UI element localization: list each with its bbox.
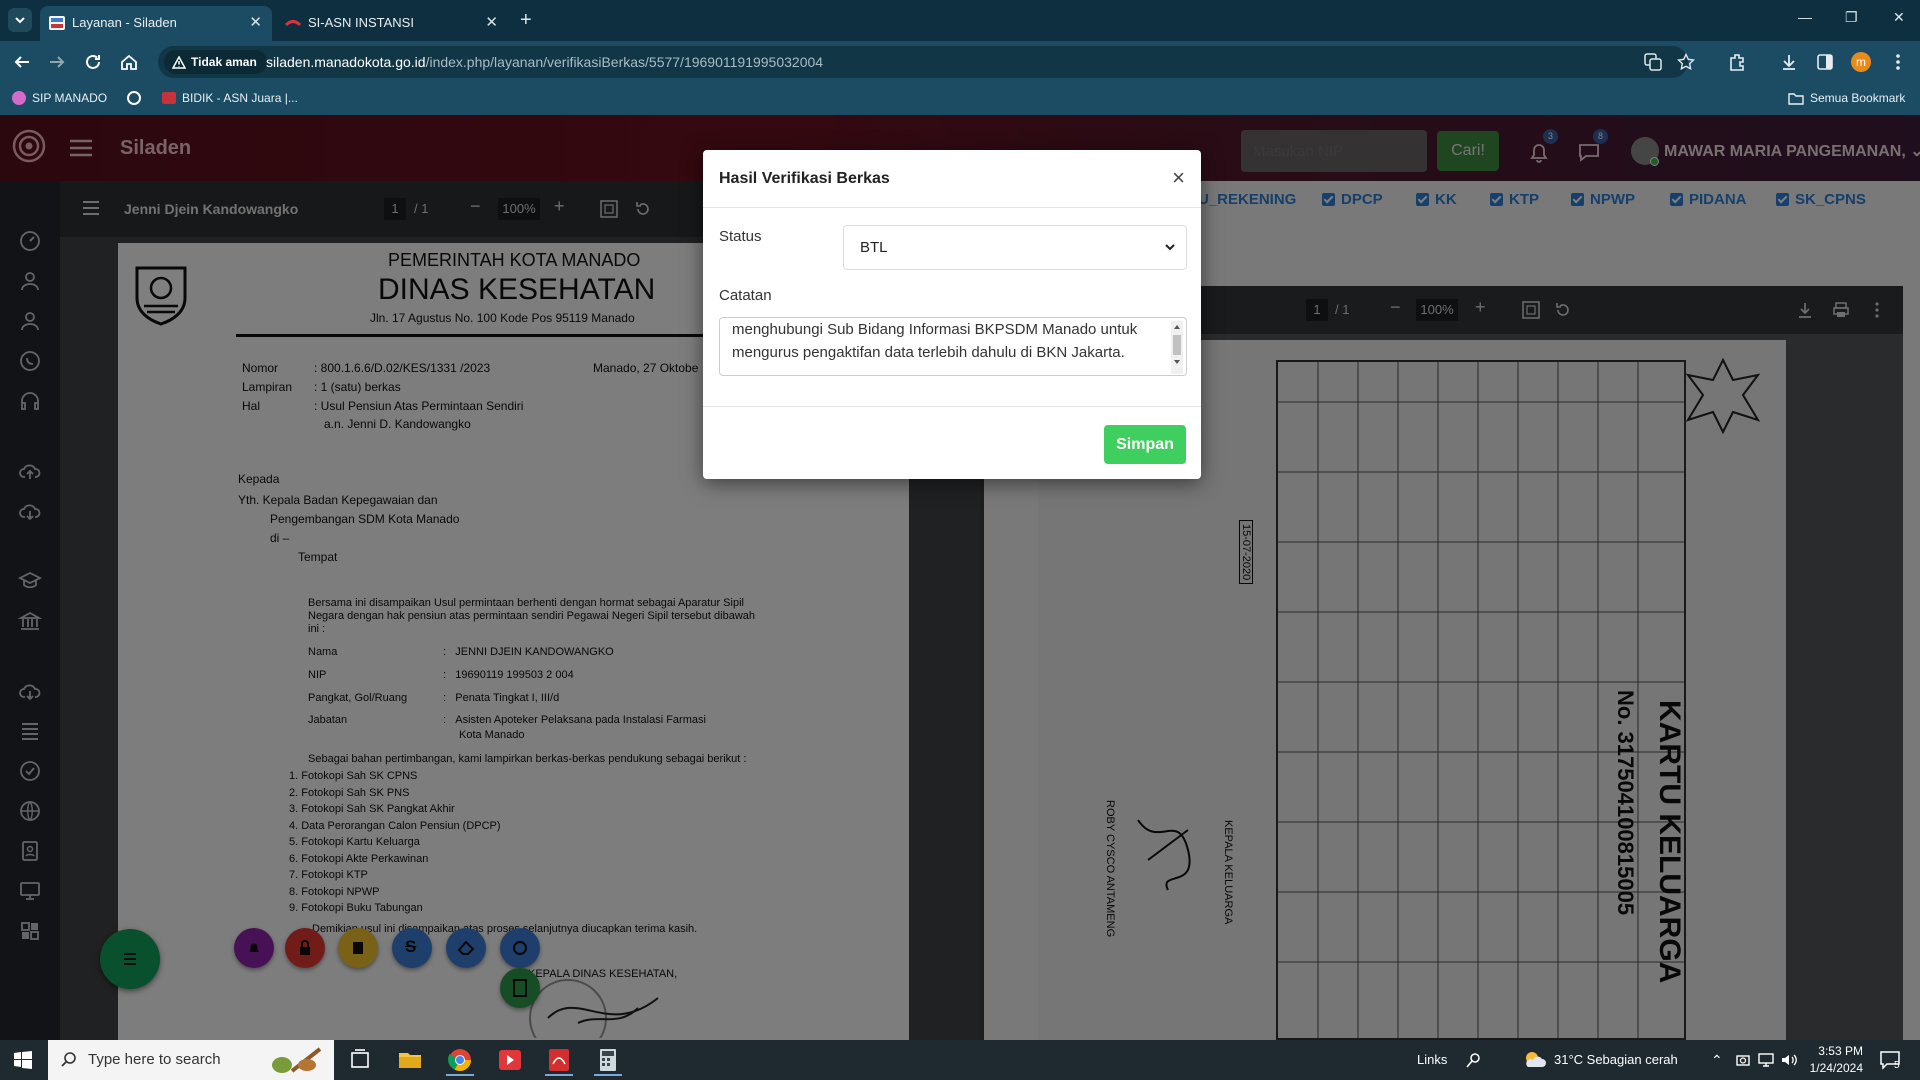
- catatan-textarea[interactable]: . menghubungi Sub Bidang Informasi BKPSD…: [719, 317, 1187, 376]
- address-bar[interactable]: Tidak aman siladen.manadokota.go.id/inde…: [158, 46, 1695, 78]
- all-bookmarks-label: Semua Bookmark: [1810, 91, 1906, 105]
- weather-sun-cloud-icon: [1526, 1052, 1546, 1067]
- profile-avatar[interactable]: m: [1851, 52, 1871, 72]
- volume-icon[interactable]: [1780, 1052, 1798, 1068]
- weather-text[interactable]: 31°C Sebagian cerah: [1554, 1052, 1678, 1067]
- catatan-line-2: mengurus pengaktifan data terlebih dahul…: [732, 344, 1125, 361]
- chevron-down-icon: [15, 17, 25, 24]
- tab-title: SI-ASN INSTANSI: [308, 15, 414, 30]
- bookmark-sip-manado[interactable]: SIP MANADO: [12, 91, 107, 105]
- star-bookmark-icon[interactable]: [1677, 53, 1695, 71]
- url-text[interactable]: siladen.manadokota.go.id/index.php/layan…: [266, 54, 823, 70]
- download-icon[interactable]: [1779, 52, 1799, 72]
- windows-taskbar: Type here to search Links 31°C Sebagian …: [0, 1040, 1920, 1080]
- siladen-favicon-icon: [49, 16, 65, 30]
- tab-si-asn-instansi[interactable]: SI-ASN INSTANSI ✕: [276, 6, 508, 41]
- forward-arrow-icon[interactable]: [46, 51, 68, 73]
- file-explorer-icon[interactable]: [392, 1044, 428, 1076]
- catatan-text: . menghubungi Sub Bidang Informasi BKPSD…: [732, 318, 1162, 364]
- people-search-icon[interactable]: [1465, 1051, 1483, 1069]
- folder-icon: [1788, 92, 1804, 105]
- verification-modal: Hasil Verifikasi Berkas × Status BTL Cat…: [703, 150, 1201, 479]
- security-chip[interactable]: Tidak aman: [164, 50, 267, 74]
- side-panel-icon[interactable]: [1815, 52, 1835, 72]
- notification-center-count: 5: [1894, 1060, 1900, 1071]
- close-icon[interactable]: ×: [1172, 165, 1185, 191]
- globe-icon: [127, 91, 141, 105]
- clock-date: 1/24/2024: [1809, 1061, 1863, 1075]
- chrome-icon[interactable]: [442, 1044, 478, 1076]
- taskbar-clock[interactable]: 3:53 PM 1/24/2024: [1803, 1043, 1863, 1077]
- tab-search-button[interactable]: [8, 8, 32, 32]
- browser-tab-strip: Layanan - Siladen ✕ SI-ASN INSTANSI ✕ + …: [0, 0, 1920, 41]
- url-path: /index.php/layanan/verifikasiBerkas/5577…: [425, 54, 824, 70]
- tab-title: Layanan - Siladen: [72, 15, 177, 30]
- reload-icon[interactable]: [82, 51, 104, 73]
- chevron-down-icon: [1165, 244, 1175, 251]
- security-label: Tidak aman: [191, 55, 257, 69]
- clock-time: 3:53 PM: [1818, 1044, 1863, 1058]
- taskbar-search[interactable]: Type here to search: [48, 1040, 334, 1080]
- all-bookmarks[interactable]: Semua Bookmark: [1788, 91, 1905, 105]
- save-button[interactable]: Simpan: [1104, 425, 1186, 464]
- taskbar-search-placeholder: Type here to search: [88, 1051, 221, 1068]
- back-arrow-icon[interactable]: [11, 51, 33, 73]
- status-select[interactable]: BTL: [843, 225, 1187, 270]
- pdf-app-icon[interactable]: [541, 1044, 577, 1076]
- media-app-icon[interactable]: [492, 1044, 528, 1076]
- bookmark-label: BIDIK - ASN Juara |...: [182, 91, 298, 105]
- modal-footer-divider: [703, 406, 1201, 407]
- camera-tray-icon[interactable]: [1735, 1052, 1751, 1068]
- bookmarks-bar: SIP MANADO BIDIK - ASN Juara |... Semua …: [0, 83, 1920, 115]
- taskbar-links[interactable]: Links: [1417, 1052, 1447, 1067]
- browser-menu-icon[interactable]: [1888, 52, 1908, 72]
- calculator-icon[interactable]: [590, 1044, 626, 1076]
- tab-layanan-siladen[interactable]: Layanan - Siladen ✕: [40, 6, 272, 41]
- status-label: Status: [719, 228, 762, 245]
- bookmark-bidik[interactable]: BIDIK - ASN Juara |...: [162, 91, 298, 105]
- tray-chevron-up-icon[interactable]: ⌃: [1711, 1052, 1723, 1069]
- search-highlight-icon: [272, 1047, 322, 1073]
- close-window-icon[interactable]: ✕: [1893, 9, 1905, 26]
- status-selected-value: BTL: [860, 239, 888, 256]
- task-view-icon[interactable]: [342, 1044, 378, 1076]
- minimize-icon[interactable]: —: [1798, 9, 1812, 25]
- bookmark-globe[interactable]: [127, 91, 141, 105]
- restore-icon[interactable]: ❐: [1845, 9, 1858, 26]
- network-icon[interactable]: [1757, 1052, 1775, 1068]
- home-icon[interactable]: [118, 51, 140, 73]
- windows-start-icon[interactable]: [14, 1051, 32, 1069]
- url-host: siladen.manadokota.go.id: [266, 54, 426, 70]
- close-tab-icon[interactable]: ✕: [485, 13, 498, 31]
- new-tab-plus-icon[interactable]: +: [520, 9, 532, 32]
- sip-favicon-icon: [12, 91, 26, 105]
- catatan-line-1: menghubungi Sub Bidang Informasi BKPSDM …: [732, 321, 1138, 338]
- textarea-scrollbar[interactable]: [1171, 321, 1183, 374]
- browser-toolbar: Tidak aman siladen.manadokota.go.id/inde…: [0, 41, 1920, 83]
- siasn-favicon-icon: [285, 20, 301, 27]
- close-tab-icon[interactable]: ✕: [249, 13, 262, 31]
- extensions-puzzle-icon[interactable]: [1727, 52, 1747, 72]
- modal-title: Hasil Verifikasi Berkas: [719, 170, 890, 187]
- warning-icon: [172, 55, 186, 69]
- bookmark-label: SIP MANADO: [32, 91, 108, 105]
- search-icon: [61, 1052, 76, 1067]
- bidik-favicon-icon: [162, 92, 176, 104]
- catatan-label: Catatan: [719, 287, 772, 304]
- modal-header: Hasil Verifikasi Berkas ×: [703, 150, 1201, 208]
- translate-icon[interactable]: [1644, 53, 1662, 71]
